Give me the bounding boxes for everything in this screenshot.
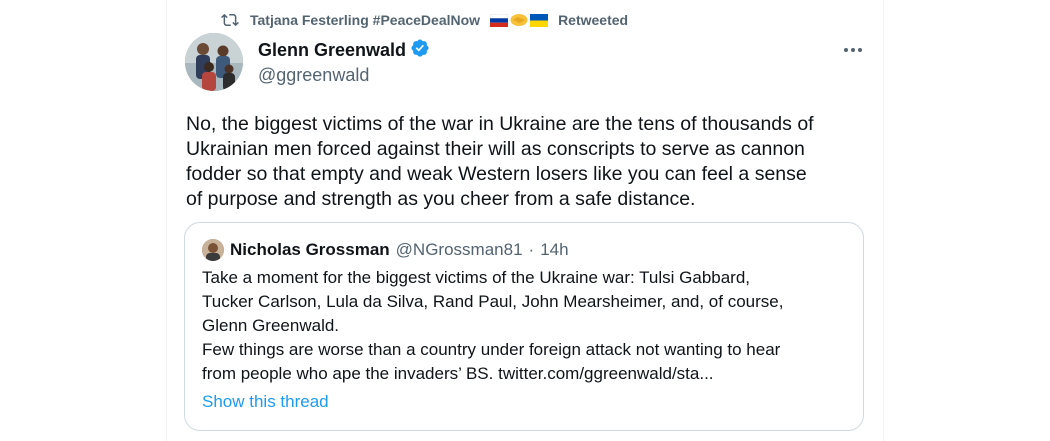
retweeted-label: Retweeted [558, 12, 629, 28]
quoted-text-line: Tucker Carlson, Lula da Silva, Rand Paul… [202, 292, 784, 311]
quoted-text-line: Glenn Greenwald. [202, 316, 340, 335]
tweet-text-line: of purpose and strength as you cheer fro… [186, 188, 696, 210]
verified-badge-icon [410, 38, 430, 63]
tweet-text-line: No, the biggest victims of the war in Uk… [186, 113, 814, 135]
separator-dot: · [528, 240, 535, 259]
author-avatar[interactable] [185, 33, 243, 91]
author-name[interactable]: Glenn Greenwald [258, 40, 406, 61]
retweeter-flags [490, 12, 549, 28]
tweet-text-line: fodder so that empty and weak Western lo… [186, 163, 807, 185]
show-thread-link[interactable]: Show this thread [202, 392, 329, 412]
quoted-tweet-time: 14h [540, 240, 569, 259]
more-options-icon[interactable] [842, 40, 864, 60]
author-block: Glenn Greenwald @ggreenwald [258, 38, 430, 86]
author-handle[interactable]: @ggreenwald [258, 65, 430, 86]
quoted-text-line: Take a moment for the biggest victims of… [202, 268, 751, 287]
handshake-icon [510, 14, 528, 26]
tweet-text-line: Ukrainian men forced against their will … [186, 138, 805, 160]
retweet-icon [220, 11, 240, 29]
quoted-tweet-card[interactable]: Nicholas Grossman @NGrossman81 · 14h Tak… [184, 222, 864, 431]
quoted-author-avatar [202, 239, 224, 261]
author-name-row[interactable]: Glenn Greenwald [258, 38, 430, 62]
quoted-tweet-text: Take a moment for the biggest victims of… [202, 266, 852, 386]
retweet-context[interactable]: Tatjana Festerling #PeaceDealNow Retweet… [220, 10, 628, 30]
quoted-author-handle: @NGrossman81 [395, 240, 523, 259]
russia-flag-icon [490, 13, 509, 27]
quoted-author-name: Nicholas Grossman [230, 240, 390, 259]
quoted-text-line: Few things are worse than a country unde… [202, 340, 781, 359]
ukraine-flag-icon [530, 13, 549, 27]
quoted-text-line: from people who ape the invaders’ BS. tw… [202, 364, 714, 383]
quoted-tweet-header: Nicholas Grossman @NGrossman81 · 14h [202, 239, 569, 261]
tweet-text: No, the biggest victims of the war in Uk… [186, 112, 876, 212]
retweeter-name[interactable]: Tatjana Festerling #PeaceDealNow [250, 12, 480, 28]
